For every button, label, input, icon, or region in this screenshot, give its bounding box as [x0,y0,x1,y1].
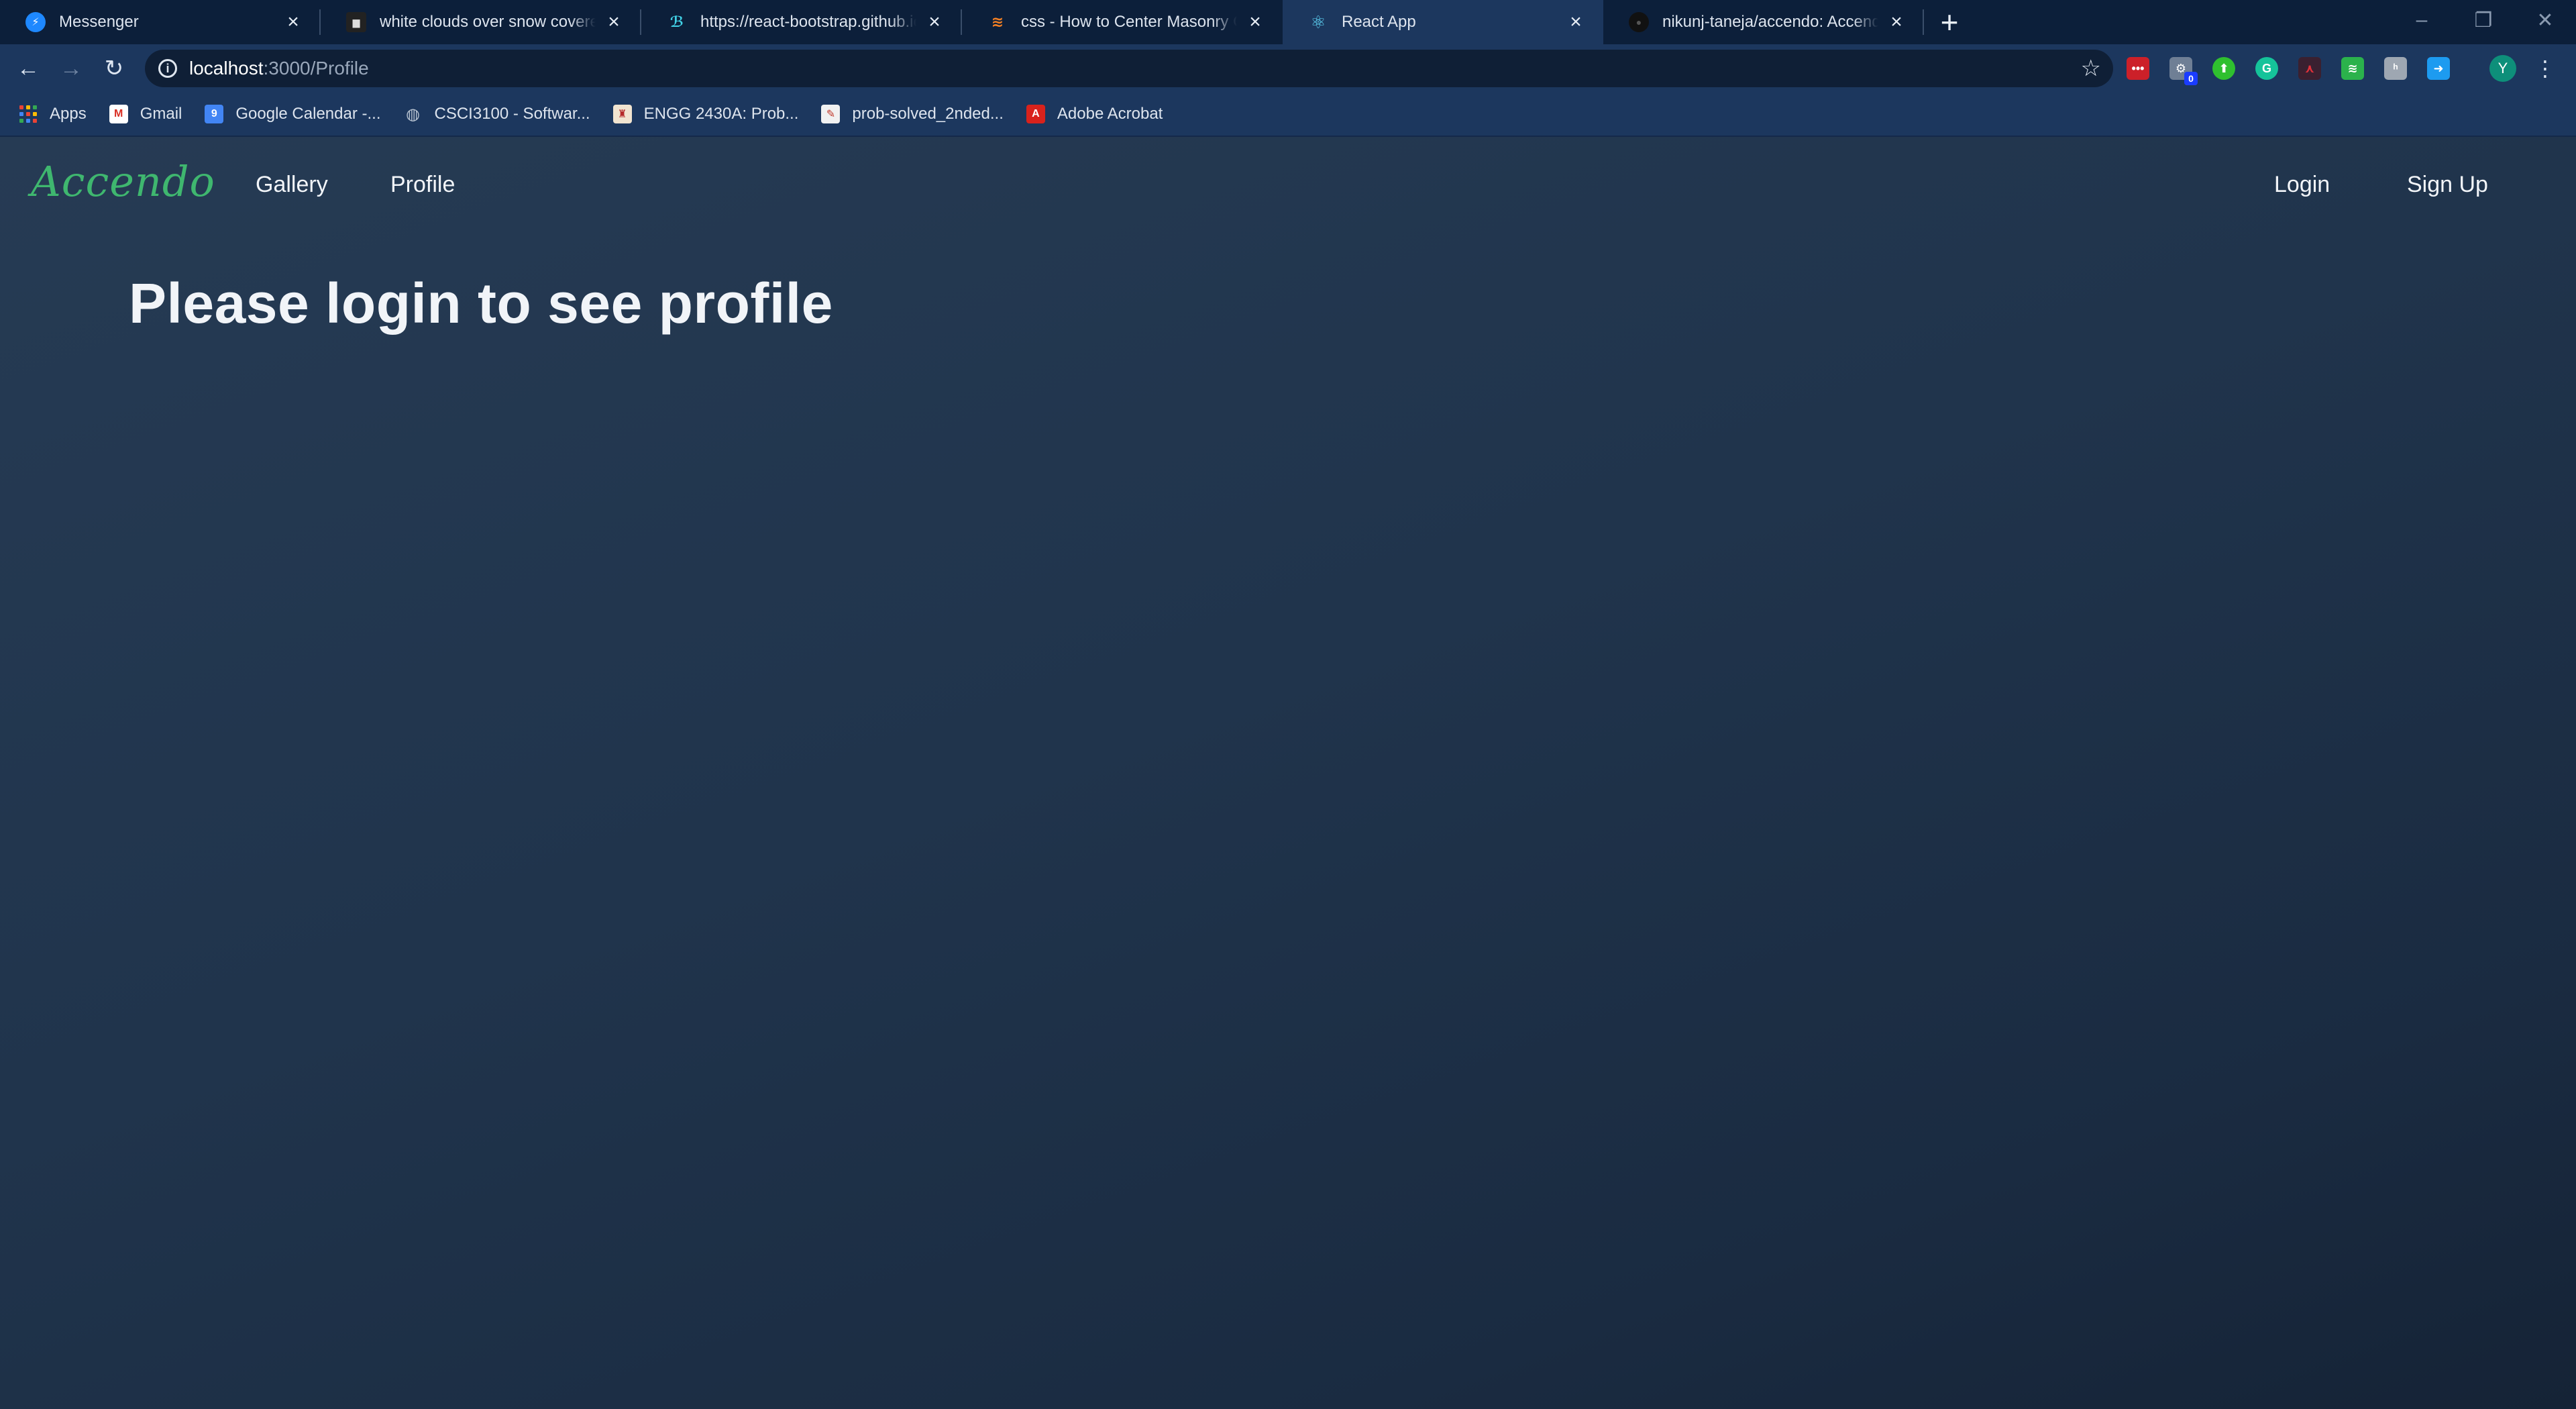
messenger-icon: ⚡ [25,12,46,32]
bookmark-apps[interactable]: Apps [19,105,87,123]
url-path: :3000/Profile [263,58,369,79]
extensions-area: ••• ⚙ 0 ⬆ G ⋏ ≋ ʰ ➜ [2127,44,2470,93]
bookmark-label: Google Calendar -... [235,105,381,123]
grammarly-icon[interactable]: G [2255,57,2278,80]
tab-unsplash[interactable]: ▆ white clouds over snow covered mountai… [321,0,641,44]
gmail-icon: M [109,105,128,123]
url-text[interactable]: localhost:3000/Profile [189,58,2081,79]
react-bootstrap-icon: ℬ [669,13,684,30]
close-icon[interactable]: × [924,12,945,32]
tab-title: css - How to Center Masonry Columns [1021,13,1237,31]
bookmark-csci3100[interactable]: ◍ CSCI3100 - Softwar... [404,105,590,123]
reload-icon[interactable]: ↻ [93,47,136,90]
pdf-file-icon: ✎ [821,105,841,123]
apps-grid-icon [19,105,38,123]
back-arrow-icon[interactable]: ← [7,47,50,90]
close-icon[interactable]: × [1566,12,1586,32]
green-extension-icon[interactable]: ⬆ [2212,57,2235,80]
tab-title: nikunj-taneja/accendo: Accendo [1662,13,1878,31]
window-controls: – ❐ ✕ [2391,0,2576,40]
kebab-menu-icon[interactable]: ⋮ [2532,54,2559,83]
nav-link-gallery[interactable]: Gallery [256,172,328,198]
close-icon[interactable]: × [604,12,624,32]
bookmark-engg2430a[interactable]: ♜ ENGG 2430A: Prob... [612,105,799,123]
bookmark-label: Adobe Acrobat [1057,105,1163,123]
cuhk-crest-icon: ♜ [612,105,632,123]
close-icon[interactable]: × [283,12,303,32]
bookmark-label: Apps [50,105,87,123]
brand-logo[interactable]: Accendo [31,157,215,206]
bookmark-label: ENGG 2430A: Prob... [643,105,799,123]
bookmark-google-calendar[interactable]: 9 Google Calendar -... [205,105,381,123]
tab-react-bootstrap[interactable]: ℬ https://react-bootstrap.github.io/ × [641,0,962,44]
site-info-icon[interactable]: i [158,59,177,78]
close-window-icon[interactable]: ✕ [2514,0,2576,40]
url-host: localhost [189,58,264,79]
tab-title: Messenger [59,13,139,31]
bookmark-label: Gmail [140,105,182,123]
tab-messenger[interactable]: ⚡ Messenger × [0,0,321,44]
bookmark-label: CSCI3100 - Softwar... [434,105,590,123]
tab-stackoverflow[interactable]: ≋ css - How to Center Masonry Columns × [962,0,1283,44]
forward-arrow-icon[interactable]: → [50,47,93,90]
minimize-icon[interactable]: – [2391,0,2453,40]
acrobat-extension-icon[interactable]: ⋏ [2298,57,2321,80]
address-bar[interactable]: i localhost:3000/Profile ☆ [145,50,2113,87]
tab-react-app[interactable]: ⚛ React App × [1283,0,1603,44]
feedly-icon[interactable]: ≋ [2341,57,2364,80]
bookmark-adobe-acrobat[interactable]: A Adobe Acrobat [1026,105,1163,123]
lastpass-icon[interactable]: ••• [2127,57,2149,80]
unsplash-icon: ▆ [346,12,366,32]
gray-extension-icon[interactable]: ʰ [2384,57,2407,80]
globe-icon: ◍ [406,105,420,123]
new-tab-button[interactable]: + [1929,0,1970,44]
extension-badge: 0 [2184,72,2198,85]
app-navbar: Accendo Gallery Profile Login Sign Up [0,137,2576,238]
page-viewport: Accendo Gallery Profile Login Sign Up Pl… [0,137,2576,1409]
tab-title: https://react-bootstrap.github.io/ [700,13,916,31]
bookmark-prob-solved[interactable]: ✎ prob-solved_2nded... [821,105,1004,123]
tab-separator [1923,9,1924,35]
extension-counter-icon[interactable]: ⚙ 0 [2169,57,2198,85]
share-extension-icon[interactable]: ➜ [2427,57,2450,80]
bookmark-gmail[interactable]: M Gmail [109,105,182,123]
browser-toolbar: ← → ↻ i localhost:3000/Profile ☆ ••• ⚙ 0 … [0,44,2576,93]
nav-link-sign-up[interactable]: Sign Up [2407,172,2488,198]
bookmark-star-icon[interactable]: ☆ [2081,55,2101,82]
browser-tab-strip: ⚡ Messenger × ▆ white clouds over snow c… [0,0,2576,44]
restore-icon[interactable]: ❐ [2453,0,2514,40]
stackoverflow-icon: ≋ [991,13,1004,30]
bookmarks-bar: Apps M Gmail 9 Google Calendar -... ◍ CS… [0,93,2576,137]
google-calendar-icon: 9 [205,105,224,123]
react-icon: ⚛ [1310,11,1326,32]
tab-title: white clouds over snow covered mountains [380,13,596,31]
nav-link-login[interactable]: Login [2274,172,2330,198]
page-title: Please login to see profile [129,272,833,335]
bookmark-label: prob-solved_2nded... [852,105,1004,123]
close-icon[interactable]: × [1886,12,1907,32]
tab-title: React App [1342,13,1416,31]
adobe-acrobat-icon: A [1026,105,1045,123]
close-icon[interactable]: × [1245,12,1265,32]
tab-github[interactable]: ● nikunj-taneja/accendo: Accendo × [1603,0,1924,44]
profile-avatar[interactable]: Y [2489,55,2516,82]
nav-link-profile[interactable]: Profile [390,172,455,198]
github-icon: ● [1629,12,1649,32]
